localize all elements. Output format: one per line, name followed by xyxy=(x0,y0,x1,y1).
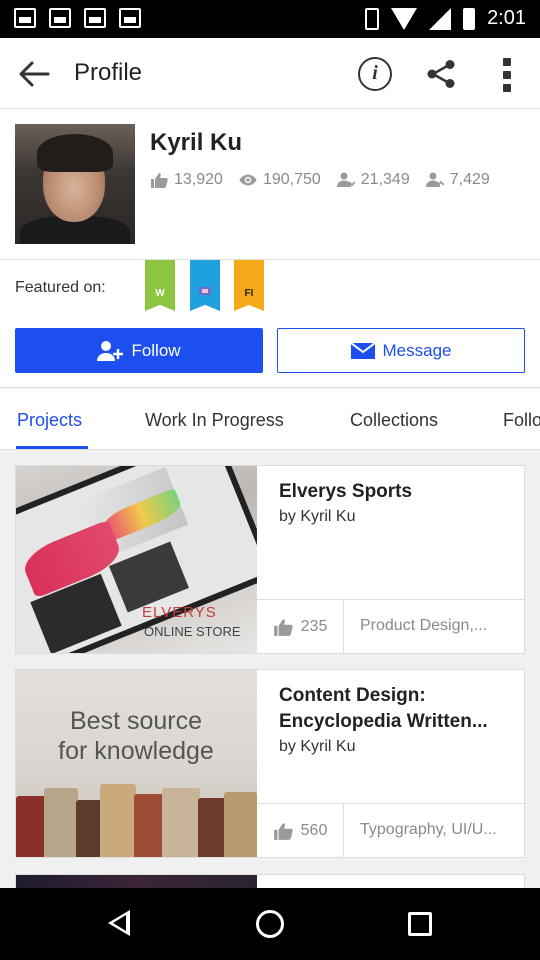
envelope-icon xyxy=(350,342,375,359)
appreciations-count: 13,920 xyxy=(174,171,223,188)
views-stat: 190,750 xyxy=(239,171,321,189)
wifi-icon xyxy=(391,7,418,30)
project-card[interactable]: Best source for knowledge Content Design… xyxy=(15,669,525,858)
following-icon xyxy=(425,172,444,187)
system-nav-bar xyxy=(0,888,540,960)
battery-icon xyxy=(463,7,476,30)
nav-recents-icon[interactable] xyxy=(408,912,432,936)
page-title: Profile xyxy=(74,59,143,86)
gallery-notification-icon xyxy=(84,8,106,28)
eye-icon xyxy=(239,174,257,186)
tab-projects[interactable]: Projects xyxy=(17,410,82,431)
thumbnail-brand-subtitle: ONLINE STORE xyxy=(144,624,241,639)
avatar xyxy=(15,124,135,244)
profile-tabs: Projects Work In Progress Collections Fo… xyxy=(0,389,540,450)
featured-section: Featured on: W FI Follow Message xyxy=(0,260,540,388)
thumbnail-quote-line: for knowledge xyxy=(58,737,214,765)
featured-ribbon-fi[interactable]: FI xyxy=(234,260,264,311)
featured-label: Featured on: xyxy=(15,279,106,296)
nav-home-icon[interactable] xyxy=(256,910,284,938)
followers-count: 21,349 xyxy=(360,171,410,188)
following-count: 7,429 xyxy=(449,171,490,188)
message-button[interactable]: Message xyxy=(277,328,525,373)
likes-count: 560 xyxy=(300,821,328,839)
profile-header: Kyril Ku 13,920 190,750 21,349 7,429 xyxy=(0,109,540,260)
gmail-notification-icon xyxy=(14,8,36,28)
active-tab-indicator xyxy=(16,446,88,449)
project-tags: Typography, UI/U... xyxy=(360,821,497,838)
project-thumbnail[interactable]: Best source for knowledge xyxy=(16,670,257,857)
project-footer: 560 Typography, UI/U... xyxy=(257,803,524,857)
project-tags: Product Design,... xyxy=(360,617,488,634)
appreciations-stat: 13,920 xyxy=(150,171,223,189)
tab-following[interactable]: Follo xyxy=(503,410,540,431)
share-icon[interactable] xyxy=(426,59,456,89)
follow-label: Follow xyxy=(131,340,181,360)
follow-button[interactable]: Follow xyxy=(15,328,263,373)
info-icon[interactable]: i xyxy=(358,57,392,91)
thumbnail-brand: ELVERYS xyxy=(142,604,217,621)
tab-work-in-progress[interactable]: Work In Progress xyxy=(145,410,284,431)
message-label: Message xyxy=(382,340,452,360)
project-author: by Kyril Ku xyxy=(279,738,356,755)
signal-icon xyxy=(429,7,452,30)
project-title[interactable]: Elverys Sports xyxy=(279,479,514,505)
thumbnail-quote: Best source for knowledge xyxy=(38,706,234,766)
ribbon-emblem-icon xyxy=(199,287,211,295)
tab-collections[interactable]: Collections xyxy=(350,410,438,431)
profile-stats: 13,920 190,750 21,349 7,429 xyxy=(150,171,490,189)
status-time: 2:01 xyxy=(487,7,526,29)
following-stat: 7,429 xyxy=(425,171,490,189)
project-thumbnail[interactable]: ELVERYS ONLINE STORE xyxy=(16,466,257,653)
more-options-icon[interactable] xyxy=(502,58,512,92)
profile-name: Kyril Ku xyxy=(150,129,243,156)
project-footer: 235 Product Design,... xyxy=(257,599,524,653)
app-bar: Profile i xyxy=(0,38,540,109)
back-arrow-icon[interactable] xyxy=(18,60,50,88)
add-person-icon xyxy=(97,340,124,361)
followers-icon xyxy=(336,172,355,187)
thumbs-up-icon xyxy=(151,173,168,188)
nav-back-icon[interactable] xyxy=(108,910,130,936)
thumbnail-quote-line: Best source xyxy=(69,707,202,735)
likes-count: 235 xyxy=(300,617,328,635)
store-notification-icon xyxy=(119,8,141,28)
featured-ribbon-w[interactable]: W xyxy=(145,260,175,311)
vibrate-icon xyxy=(365,7,380,30)
project-likes[interactable]: 235 xyxy=(257,600,344,653)
thumbs-up-icon xyxy=(273,822,293,840)
thumbs-up-icon xyxy=(273,618,293,636)
mail-notification-icon xyxy=(49,8,71,28)
views-count: 190,750 xyxy=(262,171,321,188)
project-author: by Kyril Ku xyxy=(279,508,356,525)
status-bar: 2:01 xyxy=(0,0,540,38)
project-title[interactable]: Content Design: Encyclopedia Written... xyxy=(279,683,514,735)
featured-ribbon-gallery[interactable] xyxy=(190,260,220,311)
project-likes[interactable]: 560 xyxy=(257,804,344,857)
project-card[interactable]: ELVERYS ONLINE STORE Elverys Sports by K… xyxy=(15,465,525,654)
followers-stat: 21,349 xyxy=(336,171,410,189)
